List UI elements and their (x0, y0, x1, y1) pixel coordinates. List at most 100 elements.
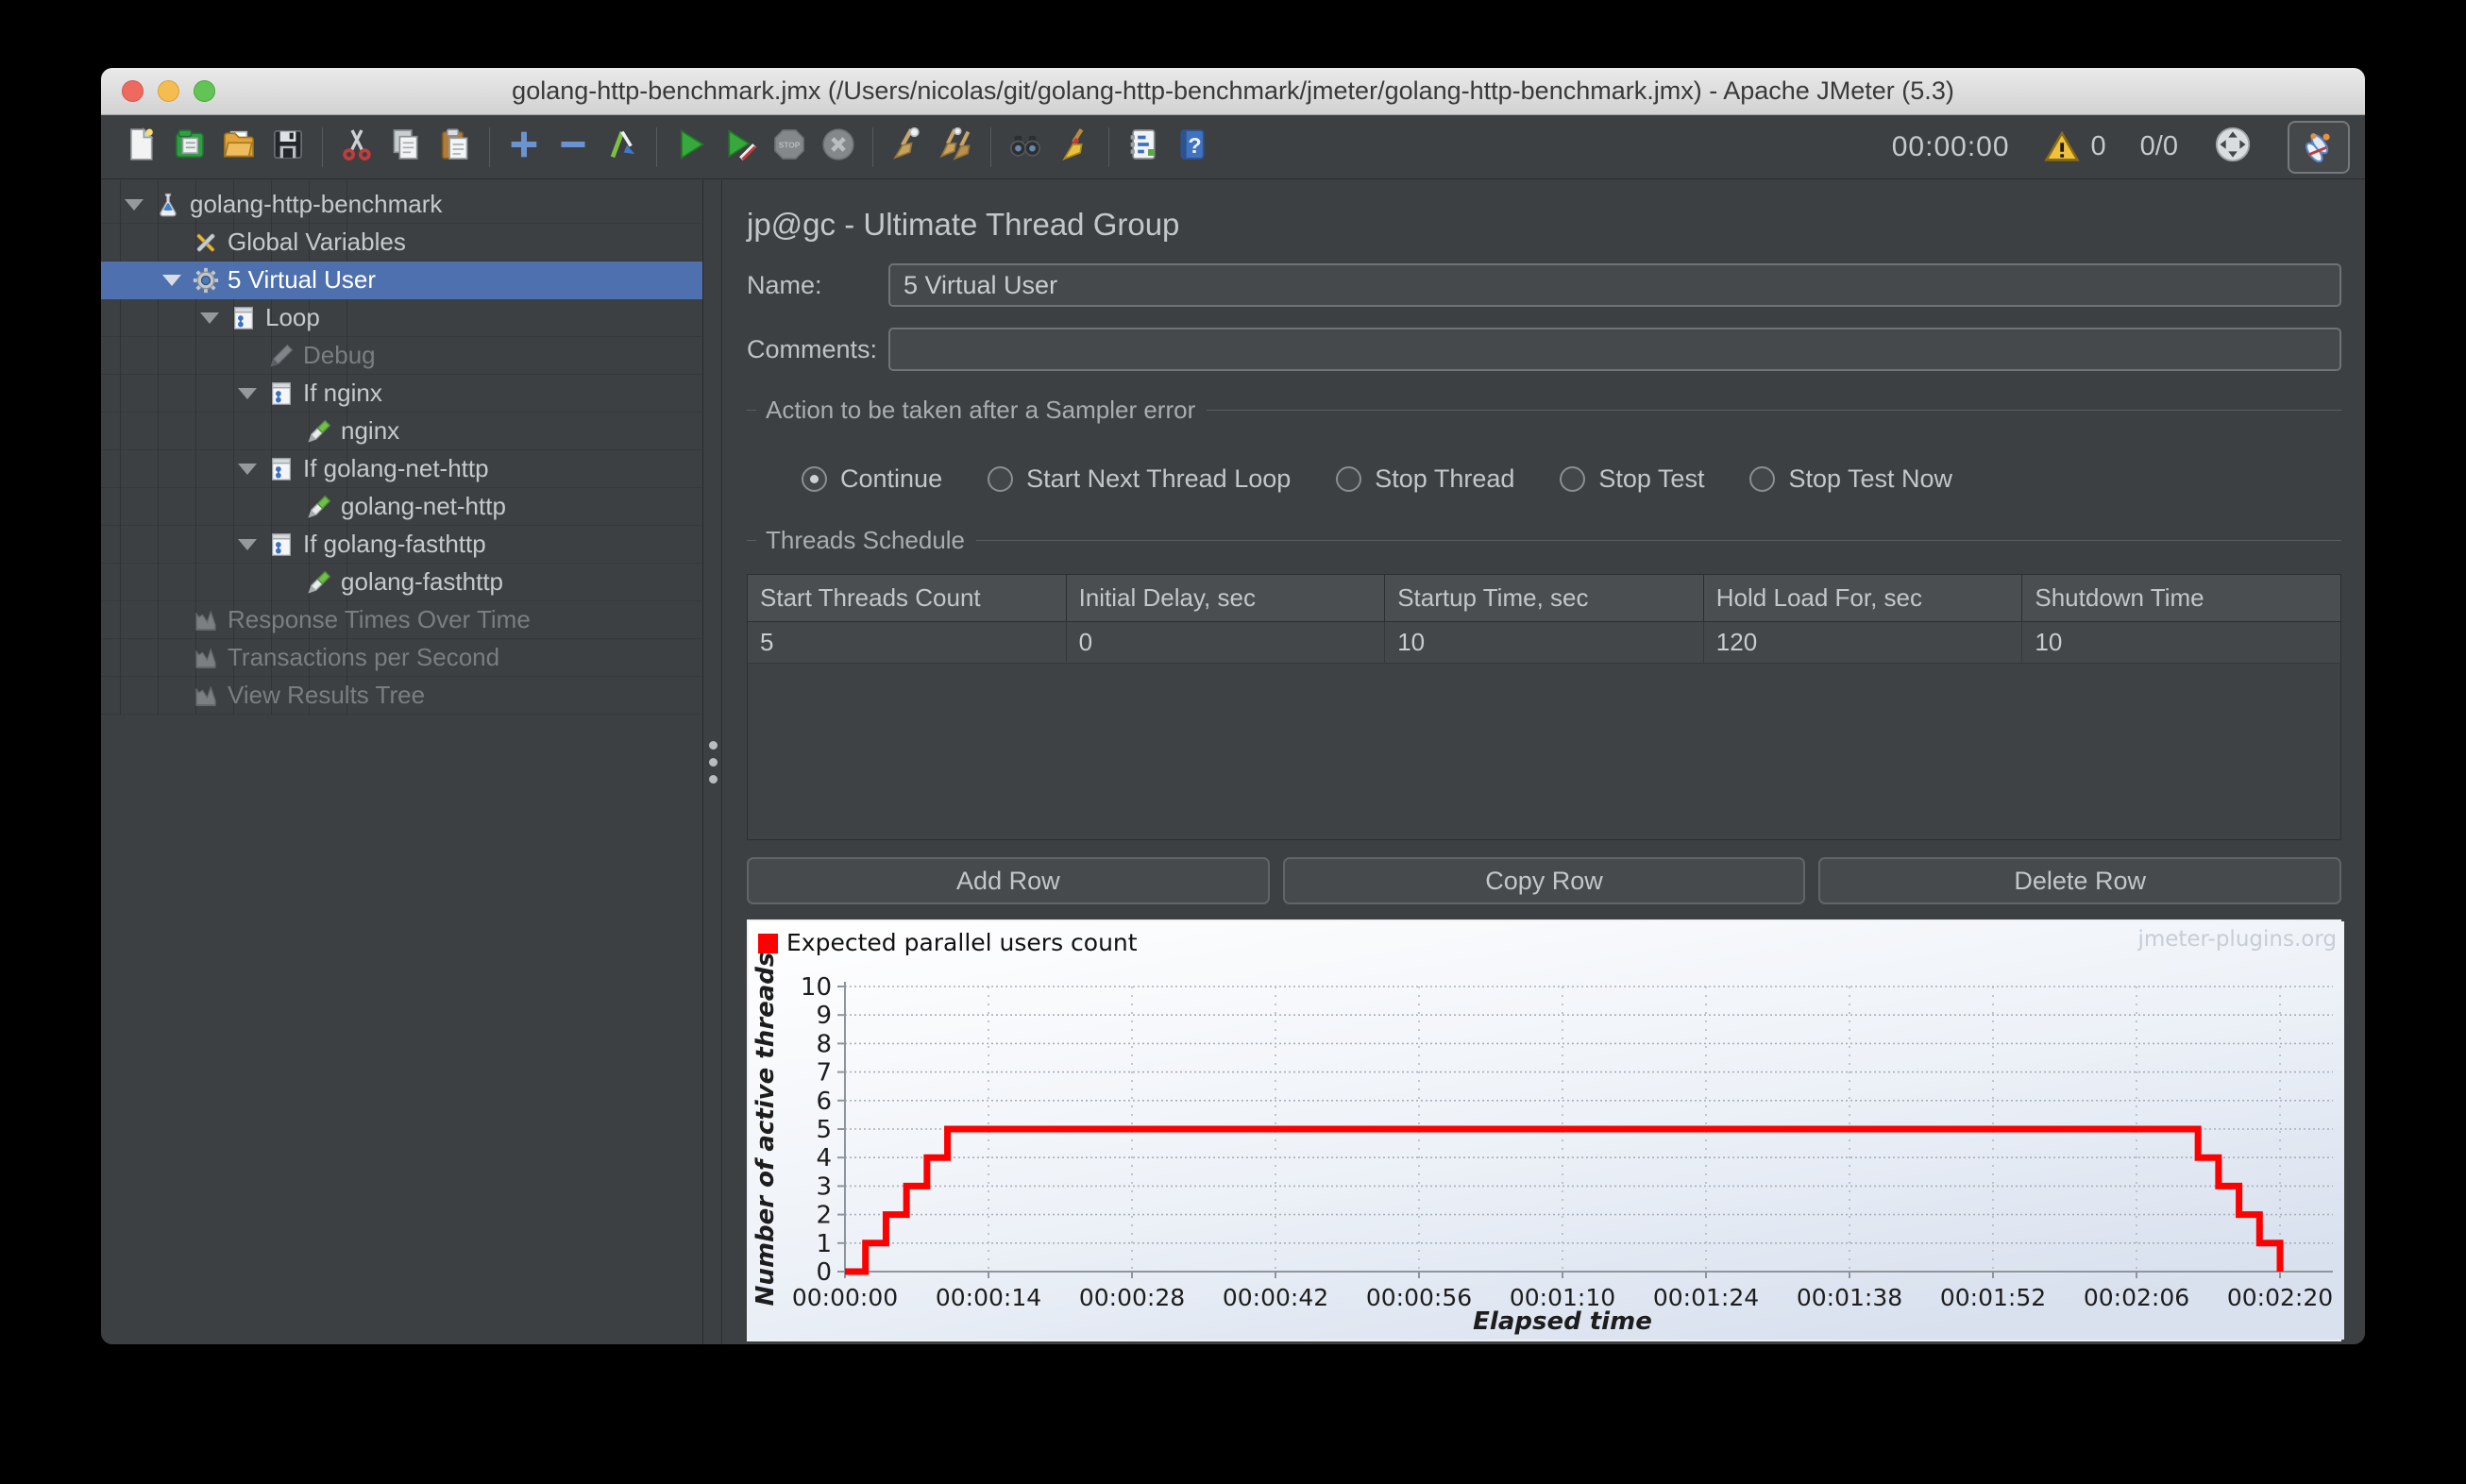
svg-text:8: 8 (816, 1030, 832, 1058)
zoom-button[interactable] (194, 80, 215, 102)
radio-start-next-thread-loop[interactable]: Start Next Thread Loop (988, 464, 1291, 494)
toolbar-separator (990, 126, 991, 167)
svg-text:00:00:28: 00:00:28 (1079, 1284, 1185, 1311)
expand-triangle-icon[interactable] (238, 387, 257, 399)
table-cell[interactable]: 5 (748, 622, 1067, 663)
stop-button[interactable]: STOP (765, 122, 814, 173)
templates-button[interactable] (165, 122, 214, 173)
tree-item-golang-fasthttp[interactable]: golang-fasthttp (101, 564, 702, 601)
new-file-button[interactable] (116, 122, 165, 173)
tree-item-debug[interactable]: Debug (101, 337, 702, 375)
tree-item-response-times-over-time[interactable]: Response Times Over Time (101, 601, 702, 639)
tree-item-label: If golang-fasthttp (303, 530, 486, 558)
open-file-button[interactable] (214, 122, 263, 173)
clear-button[interactable] (883, 122, 932, 173)
window-title: golang-http-benchmark.jmx (/Users/nicola… (512, 76, 1954, 105)
legend-swatch (758, 934, 778, 953)
panel-splitter[interactable] (704, 180, 722, 1344)
comments-input[interactable] (888, 328, 2341, 371)
svg-text:00:00:56: 00:00:56 (1366, 1284, 1472, 1311)
tree-item-if-golang-net-http[interactable]: If golang-net-http (101, 450, 702, 488)
table-cell[interactable]: 120 (1704, 622, 2023, 663)
column-header-initial-delay-sec: Initial Delay, sec (1067, 575, 1386, 621)
add-icon (505, 126, 543, 168)
help-button[interactable]: ? (1168, 122, 1217, 173)
expand-triangle-icon[interactable] (162, 274, 181, 286)
save-button[interactable] (263, 122, 312, 173)
cut-button[interactable] (332, 122, 381, 173)
clear-icon (888, 126, 926, 168)
delete-row-button[interactable]: Delete Row (1818, 857, 2342, 904)
tree-item-transactions-per-second[interactable]: Transactions per Second (101, 639, 702, 677)
add-button[interactable] (499, 122, 549, 173)
name-input[interactable] (888, 263, 2341, 307)
paste-button[interactable] (431, 122, 480, 173)
expand-triangle-icon[interactable] (238, 463, 257, 475)
expand-triangle-icon[interactable] (200, 312, 219, 324)
minimize-button[interactable] (158, 80, 179, 102)
function-helper-button[interactable] (1119, 122, 1168, 173)
shutdown-button[interactable] (814, 122, 863, 173)
search-button[interactable] (1001, 122, 1050, 173)
start-no-pauses-button[interactable] (716, 122, 765, 173)
thread-group-gear-icon (192, 266, 220, 295)
svg-text:0: 0 (816, 1258, 832, 1287)
copy-row-button[interactable]: Copy Row (1282, 857, 1806, 904)
copy-button[interactable] (381, 122, 431, 173)
elapsed-timer: 00:00:00 (1891, 130, 2010, 162)
svg-text:00:01:52: 00:01:52 (1940, 1284, 2046, 1311)
tree-item-if-nginx[interactable]: If nginx (101, 375, 702, 413)
stop-icon: STOP (770, 126, 808, 168)
clear-all-button[interactable] (932, 122, 981, 173)
name-row: Name: (747, 263, 2341, 307)
svg-text:5: 5 (816, 1116, 832, 1144)
warning-triangle-icon[interactable] (2043, 129, 2080, 165)
chart-listener-icon (192, 606, 220, 634)
radio-circle-icon (1749, 466, 1776, 492)
radio-circle-icon (802, 466, 827, 492)
svg-text:00:00:00: 00:00:00 (792, 1284, 898, 1311)
search-icon (1006, 126, 1044, 168)
templates-icon (171, 126, 209, 168)
radio-stop-test[interactable]: Stop Test (1560, 464, 1704, 494)
table-cell[interactable]: 0 (1067, 622, 1386, 663)
tree: golang-http-benchmark Global Variables 5 V… (101, 180, 702, 715)
radio-stop-test-now[interactable]: Stop Test Now (1749, 464, 1952, 494)
expand-triangle-icon[interactable] (238, 538, 257, 550)
tree-item-nginx[interactable]: nginx (101, 413, 702, 450)
radio-continue[interactable]: Continue (802, 464, 942, 494)
svg-text:3: 3 (816, 1172, 832, 1201)
comments-label: Comments: (747, 334, 878, 363)
tree-item-if-golang-fasthttp[interactable]: If golang-fasthttp (101, 526, 702, 564)
controller-icon (229, 304, 258, 332)
close-button[interactable] (122, 80, 144, 102)
svg-text:00:01:38: 00:01:38 (1797, 1284, 1902, 1311)
legend-label: Expected parallel users count (786, 929, 1138, 956)
tree-item-golang-net-http[interactable]: golang-net-http (101, 488, 702, 526)
test-plan-tree-panel: golang-http-benchmark Global Variables 5 V… (101, 180, 703, 1344)
radio-stop-thread[interactable]: Stop Thread (1336, 464, 1514, 494)
tree-item-golang-http-benchmark[interactable]: golang-http-benchmark (101, 186, 702, 224)
toolbar-separator (1108, 126, 1109, 167)
subtract-button[interactable] (549, 122, 598, 173)
start-button[interactable] (667, 122, 716, 173)
table-cell[interactable]: 10 (1385, 622, 1704, 663)
expand-triangle-icon[interactable] (125, 198, 144, 211)
content-area: golang-http-benchmark Global Variables 5 V… (101, 180, 2365, 1344)
svg-text:6: 6 (816, 1088, 832, 1116)
svg-text:00:00:42: 00:00:42 (1223, 1284, 1328, 1311)
toggle-button[interactable] (598, 122, 647, 173)
tree-item-label: nginx (341, 416, 400, 445)
chart-listener-icon (192, 682, 220, 710)
controller-icon (267, 379, 296, 408)
tree-item-loop[interactable]: Loop (101, 299, 702, 337)
tree-item-view-results-tree[interactable]: View Results Tree (101, 677, 702, 715)
add-row-button[interactable]: Add Row (747, 857, 1270, 904)
column-header-startup-time-sec: Startup Time, sec (1385, 575, 1704, 621)
table-cell[interactable]: 10 (2022, 622, 2340, 663)
tree-item-global-variables[interactable]: Global Variables (101, 224, 702, 261)
search-reset-button[interactable] (1050, 122, 1099, 173)
tree-item-5-virtual-user[interactable]: 5 Virtual User (101, 261, 702, 299)
pencil-gray-icon (267, 342, 296, 370)
plugins-manager-button[interactable] (2288, 120, 2350, 174)
